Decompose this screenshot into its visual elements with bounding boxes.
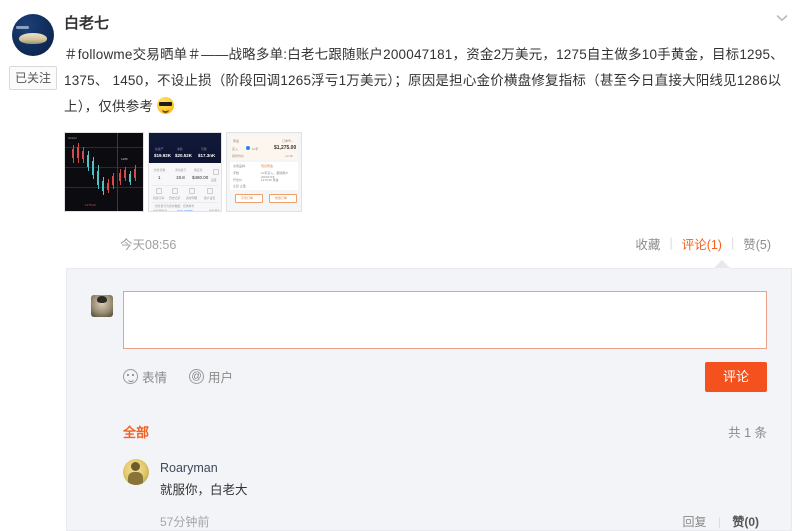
post-image-gallery: GOLD 1275.00 1286 总资产 $19.92K 净值 $20.52K… bbox=[64, 132, 788, 212]
submit-comment-button[interactable]: 评论 bbox=[704, 362, 767, 392]
comment-body: Roaryman 就服你，白老大 57分钟前 回复 | 赞(0) bbox=[160, 459, 767, 530]
post-text: ＃followme交易晒单＃——战略多单:白老七跟随账户200047181，资金… bbox=[64, 42, 788, 120]
commenter-avatar[interactable] bbox=[123, 458, 149, 485]
comment-panel: 表情 @ 用户 评论 全部 共 1 条 Roaryman 就服你，白老大 57分… bbox=[66, 268, 792, 531]
post-author-column: 已关注 bbox=[6, 14, 60, 90]
like-count-button[interactable]: 赞(5) bbox=[734, 234, 780, 253]
action-divider: | bbox=[717, 514, 721, 529]
comment-item: Roaryman 就服你，白老大 57分钟前 回复 | 赞(0) bbox=[123, 451, 767, 530]
emoji-tool-label: 表情 bbox=[142, 371, 168, 386]
post-action-bar: 今天08:56 收藏 | 评论(1) | 赞(5) bbox=[120, 226, 780, 260]
post-username[interactable]: 白老七 bbox=[64, 14, 788, 34]
smiley-icon bbox=[123, 369, 138, 385]
comment-time: 57分钟前 bbox=[160, 514, 210, 529]
mention-user-button[interactable]: @ 用户 bbox=[189, 367, 233, 386]
comment-input[interactable] bbox=[123, 291, 767, 349]
compose-toolbar: 表情 @ 用户 评论 bbox=[123, 362, 767, 392]
post-container: 已关注 白老七 ＃followme交易晒单＃——战略多单:白老七跟随账户2000… bbox=[0, 0, 800, 260]
at-icon: @ bbox=[189, 369, 205, 385]
post-body: 白老七 ＃followme交易晒单＃——战略多单:白老七跟随账户20004718… bbox=[64, 0, 800, 260]
order-form-thumbnail[interactable]: 黄金 订单号 › 买入 10手 $1,275.00 持仓均价 +0.18 交易品… bbox=[226, 132, 302, 212]
panel-arrow bbox=[714, 260, 730, 269]
current-user-avatar[interactable] bbox=[91, 295, 113, 317]
comment-like-button[interactable]: 赞(0) bbox=[724, 515, 767, 529]
comment-count-button[interactable]: 评论(1) bbox=[673, 234, 731, 253]
comment-list-header: 全部 共 1 条 bbox=[123, 422, 767, 451]
reply-button[interactable]: 回复 bbox=[675, 515, 715, 529]
favorite-button[interactable]: 收藏 bbox=[626, 234, 669, 253]
comment-footer: 57分钟前 回复 | 赞(0) bbox=[160, 513, 767, 530]
comment-panel-wrapper: 表情 @ 用户 评论 全部 共 1 条 Roaryman 就服你，白老大 57分… bbox=[66, 260, 792, 531]
comment-compose bbox=[91, 291, 767, 349]
trading-app-stats-thumbnail[interactable]: 总资产 $19.92K 净值 $20.52K 可用 $17.3nK 持仓手数 1… bbox=[148, 132, 222, 212]
follow-status-button[interactable]: 已关注 bbox=[8, 66, 57, 90]
sunglasses-emoji bbox=[157, 97, 175, 114]
commenter-name[interactable]: Roaryman bbox=[160, 459, 767, 477]
comment-text: 就服你，白老大 bbox=[160, 482, 248, 497]
post-timestamp: 今天08:56 bbox=[120, 237, 177, 252]
candlestick-chart-thumbnail[interactable]: GOLD 1275.00 1286 bbox=[64, 132, 144, 212]
avatar[interactable] bbox=[12, 14, 54, 56]
comment-total-count: 共 1 条 bbox=[728, 425, 767, 440]
comment-actions: 回复 | 赞(0) bbox=[675, 513, 768, 530]
post-actions: 收藏 | 评论(1) | 赞(5) bbox=[626, 234, 780, 253]
emoji-picker-button[interactable]: 表情 bbox=[123, 367, 167, 386]
mention-tool-label: 用户 bbox=[208, 371, 234, 386]
filter-all-tab[interactable]: 全部 bbox=[123, 422, 149, 441]
